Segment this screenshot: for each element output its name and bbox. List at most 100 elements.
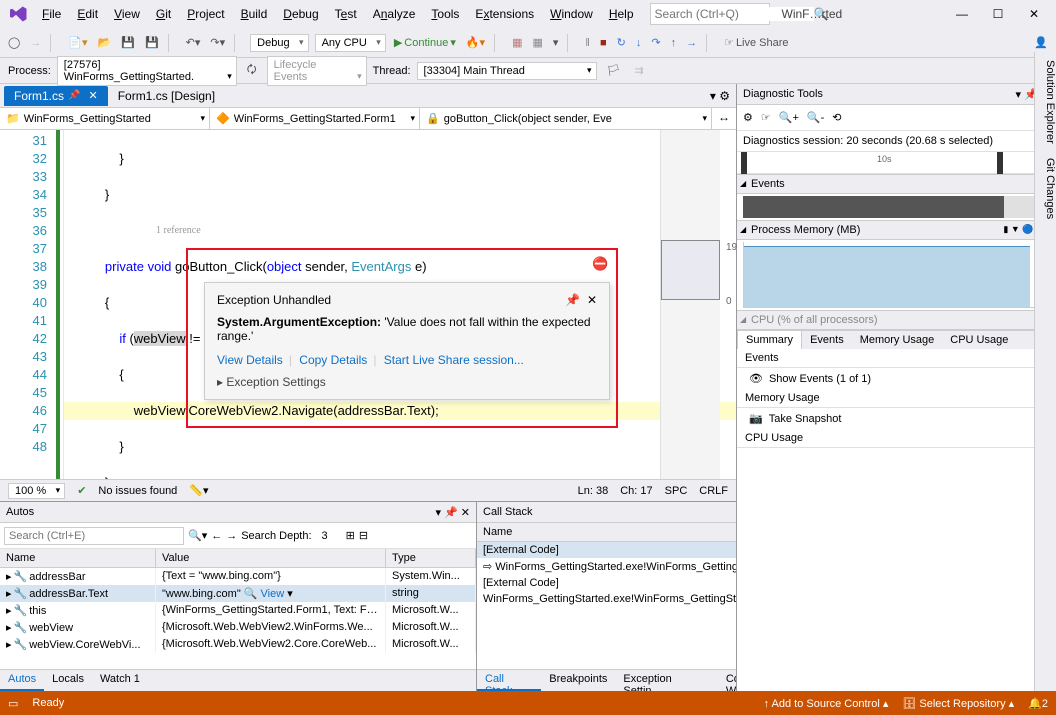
- nav-fwd-icon[interactable]: →: [26, 35, 45, 51]
- menu-help[interactable]: Help: [601, 3, 642, 25]
- timeline[interactable]: 10s: [737, 152, 1056, 174]
- tb-ico3[interactable]: ▾: [549, 34, 563, 51]
- exception-settings-link[interactable]: ▸ Exception Settings: [217, 375, 597, 389]
- autos-close-icon[interactable]: ▾ 📌 ✕: [435, 506, 470, 519]
- tb-ico1[interactable]: ▦: [508, 34, 526, 51]
- minimize-button[interactable]: —: [944, 0, 980, 28]
- redo-icon[interactable]: ↷▾: [206, 34, 229, 51]
- git-changes-tab[interactable]: Git Changes: [1035, 158, 1056, 219]
- menu-test[interactable]: Test: [327, 3, 365, 25]
- memory-chart[interactable]: 19 0 19 0: [743, 242, 1050, 308]
- nav-back-icon[interactable]: ◯: [4, 34, 24, 51]
- nav-dropdown-class[interactable]: 🔶 WinForms_GettingStarted.Form1: [210, 108, 420, 129]
- menu-extensions[interactable]: Extensions: [467, 3, 542, 25]
- cs-tab[interactable]: Call Stack: [477, 670, 541, 691]
- config-select[interactable]: Debug: [250, 34, 308, 52]
- copy-details-link[interactable]: Copy Details: [299, 353, 367, 367]
- autos-tb-ico1[interactable]: ⊞: [346, 529, 355, 542]
- zoomout-icon[interactable]: 🔍-: [807, 111, 824, 124]
- stack-icon[interactable]: 🏳: [603, 62, 625, 79]
- search-go-icon[interactable]: 🔍▾: [188, 529, 207, 542]
- menu-view[interactable]: View: [106, 3, 148, 25]
- thread-select[interactable]: [33304] Main Thread: [417, 62, 597, 80]
- start-liveshare-link[interactable]: Start Live Share session...: [384, 353, 524, 367]
- tab-form1[interactable]: Form1.cs📌✕: [4, 86, 108, 106]
- undo-icon[interactable]: ↶▾: [182, 34, 205, 51]
- diag-tab[interactable]: Events: [802, 331, 852, 349]
- diag-tab[interactable]: Summary: [737, 330, 802, 349]
- autos-row[interactable]: ▸ 🔧 webView.CoreWebVi...{Microsoft.Web.W…: [0, 636, 476, 653]
- take-snapshot-link[interactable]: 📷 Take Snapshot: [737, 408, 1056, 429]
- autos-tb-ico2[interactable]: ⊟: [359, 529, 368, 542]
- step-into-icon[interactable]: ↓: [632, 35, 646, 51]
- save-icon[interactable]: 💾: [117, 34, 139, 51]
- diag-tab[interactable]: Memory Usage: [852, 331, 943, 349]
- pin-icon[interactable]: 📌: [68, 90, 80, 101]
- solution-explorer-tab[interactable]: Solution Explorer: [1035, 60, 1056, 144]
- menu-tools[interactable]: Tools: [423, 3, 467, 25]
- cs-tab[interactable]: Breakpoints: [541, 670, 615, 691]
- view-details-link[interactable]: View Details: [217, 353, 283, 367]
- show-events-link[interactable]: 👁 Show Events (1 of 1): [737, 368, 1056, 389]
- menu-window[interactable]: Window: [542, 3, 601, 25]
- autos-row[interactable]: ▸ 🔧 addressBar{Text = "www.bing.com"}Sys…: [0, 568, 476, 585]
- autos-row[interactable]: ▸ 🔧 this{WinForms_GettingStarted.Form1, …: [0, 602, 476, 619]
- zoom-select[interactable]: 100 %: [8, 483, 65, 499]
- autos-row[interactable]: ▸ 🔧 addressBar.Text"www.bing.com" 🔍 View…: [0, 585, 476, 602]
- liveshare-button[interactable]: ☞ Live Share: [720, 34, 792, 51]
- tabs-dropdown-icon[interactable]: ▾ ⚙: [704, 89, 736, 103]
- autos-row[interactable]: ▸ 🔧 webView{Microsoft.Web.WebView2.WinFo…: [0, 619, 476, 636]
- depth-select[interactable]: 3: [316, 529, 342, 543]
- cs-tab[interactable]: Exception Settin...: [615, 670, 717, 691]
- feedback-icon[interactable]: 👤: [1030, 34, 1052, 51]
- menu-build[interactable]: Build: [233, 3, 276, 25]
- gear-icon[interactable]: ⚙: [743, 111, 753, 124]
- menu-debug[interactable]: Debug: [275, 3, 326, 25]
- ruler-icon[interactable]: 📏▾: [189, 484, 208, 497]
- continue-button[interactable]: ▶ Continue ▾: [390, 34, 460, 51]
- pause-icon[interactable]: ‖: [581, 35, 594, 51]
- zoomin-icon[interactable]: 🔍+: [779, 111, 799, 124]
- hot-reload-icon[interactable]: 🔥▾: [462, 34, 489, 51]
- step-out-icon[interactable]: ↑: [667, 35, 681, 51]
- autos-tab[interactable]: Watch 1: [92, 670, 148, 691]
- platform-select[interactable]: Any CPU: [315, 34, 386, 52]
- close-tab-icon[interactable]: ✕: [88, 89, 97, 102]
- menu-project[interactable]: Project: [179, 3, 232, 25]
- step-over-icon[interactable]: ↷: [647, 34, 664, 51]
- menu-file[interactable]: FFileile: [34, 3, 69, 25]
- nav-dropdown-method[interactable]: 🔒 goButton_Click(object sender, Eve: [420, 108, 712, 129]
- notifications-icon[interactable]: 🔔2: [1028, 697, 1048, 710]
- close-button[interactable]: ✕: [1016, 0, 1052, 28]
- pin-popup-icon[interactable]: 📌: [565, 293, 580, 307]
- open-icon[interactable]: 📂: [94, 34, 116, 51]
- lifecycle-icon[interactable]: 🗘: [243, 59, 261, 82]
- split-icon[interactable]: ↔: [712, 108, 736, 129]
- restart-icon[interactable]: ↻: [613, 34, 630, 51]
- nav-dropdown-project[interactable]: 📁 WinForms_GettingStarted: [0, 108, 210, 129]
- step-icon[interactable]: →: [682, 35, 701, 51]
- lifecycle-select[interactable]: Lifecycle Events: [267, 56, 367, 86]
- tb-ico2[interactable]: ▦: [528, 34, 546, 51]
- autos-search[interactable]: [4, 527, 184, 545]
- quick-search[interactable]: 🔍: [650, 3, 770, 25]
- close-popup-icon[interactable]: ✕: [587, 293, 597, 307]
- tab-form1-design[interactable]: Form1.cs [Design]: [108, 86, 225, 106]
- minimap[interactable]: [660, 130, 720, 479]
- stack2-icon[interactable]: ⇉: [631, 62, 648, 79]
- new-icon[interactable]: 📄▾: [64, 34, 91, 51]
- menu-git[interactable]: Git: [148, 3, 179, 25]
- select-repo[interactable]: 🗄 Select Repository ▴: [902, 697, 1014, 710]
- menu-analyze[interactable]: Analyze: [365, 3, 424, 25]
- autos-tab[interactable]: Locals: [44, 670, 92, 691]
- events-strip[interactable]: [743, 196, 1050, 218]
- menu-edit[interactable]: Edit: [69, 3, 106, 25]
- saveall-icon[interactable]: 💾: [141, 34, 163, 51]
- stop-icon[interactable]: ■: [596, 35, 611, 51]
- diag-tab[interactable]: CPU Usage: [942, 331, 1016, 349]
- maximize-button[interactable]: ☐: [980, 0, 1016, 28]
- add-source-control[interactable]: ↑ Add to Source Control ▴: [764, 697, 889, 710]
- select-tools-icon[interactable]: ☞: [761, 111, 771, 124]
- autos-tab[interactable]: Autos: [0, 670, 44, 691]
- process-select[interactable]: [27576] WinForms_GettingStarted.: [57, 56, 237, 86]
